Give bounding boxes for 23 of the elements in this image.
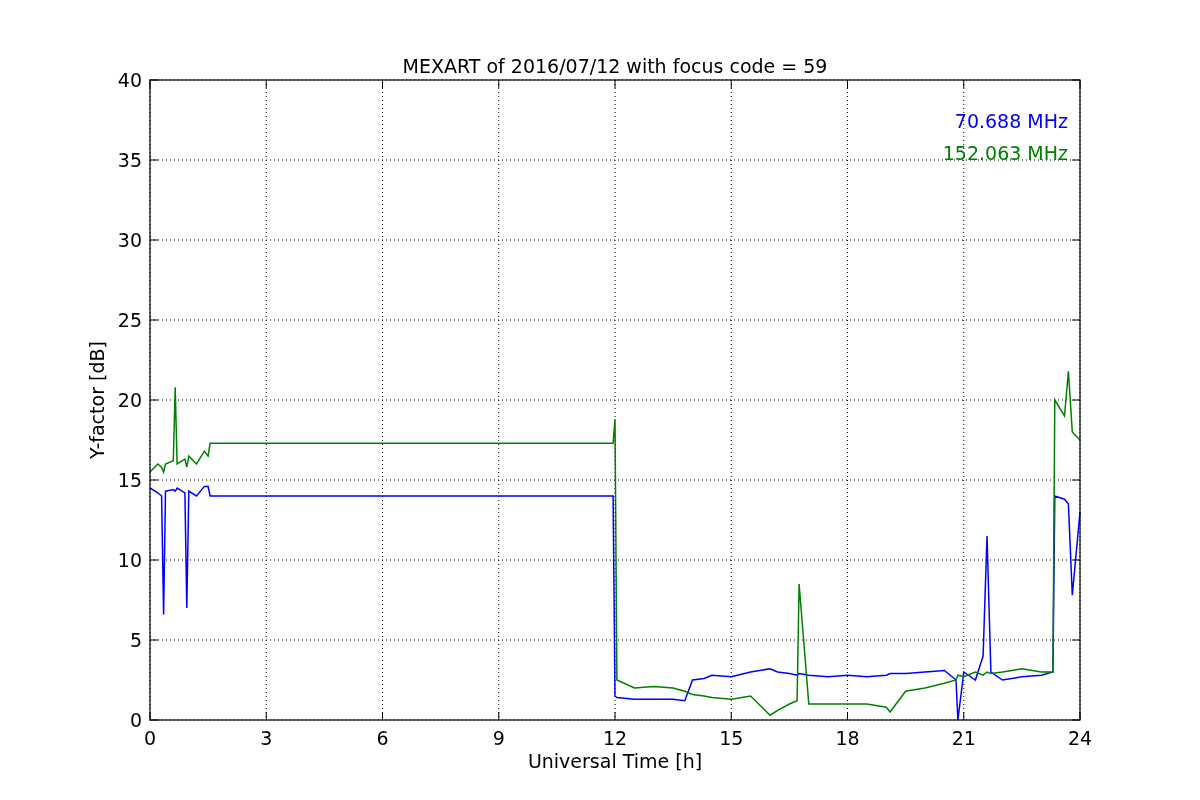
x-tick-label: 12: [602, 727, 628, 749]
x-tick-label: 18: [835, 727, 860, 749]
y-tick-label: 40: [117, 69, 142, 91]
y-tick-label: 35: [117, 149, 142, 171]
y-tick-label: 25: [117, 309, 142, 331]
chart-title: MEXART of 2016/07/12 with focus code = 59: [402, 55, 828, 77]
y-tick-label: 30: [117, 229, 142, 251]
x-tick-label: 9: [492, 727, 505, 749]
y-tick-label: 0: [129, 709, 142, 731]
x-tick-label: 6: [376, 727, 389, 749]
y-axis-label: Y-factor [dB]: [86, 341, 108, 459]
x-tick-label: 21: [951, 727, 976, 749]
y-tick-label: 15: [117, 469, 142, 491]
x-tick-label: 15: [719, 727, 744, 749]
x-axis-label: Universal Time [h]: [527, 750, 703, 772]
x-tick-label: 3: [260, 727, 273, 749]
y-tick-label: 5: [129, 629, 142, 651]
x-tick-label: 0: [143, 727, 157, 749]
legend-label: 152.063 MHz: [942, 142, 1068, 164]
y-tick-label: 20: [117, 389, 142, 411]
y-tick-label: 10: [117, 549, 142, 571]
legend-label: 70.688 MHz: [954, 110, 1068, 132]
x-tick-label: 24: [1067, 727, 1093, 749]
